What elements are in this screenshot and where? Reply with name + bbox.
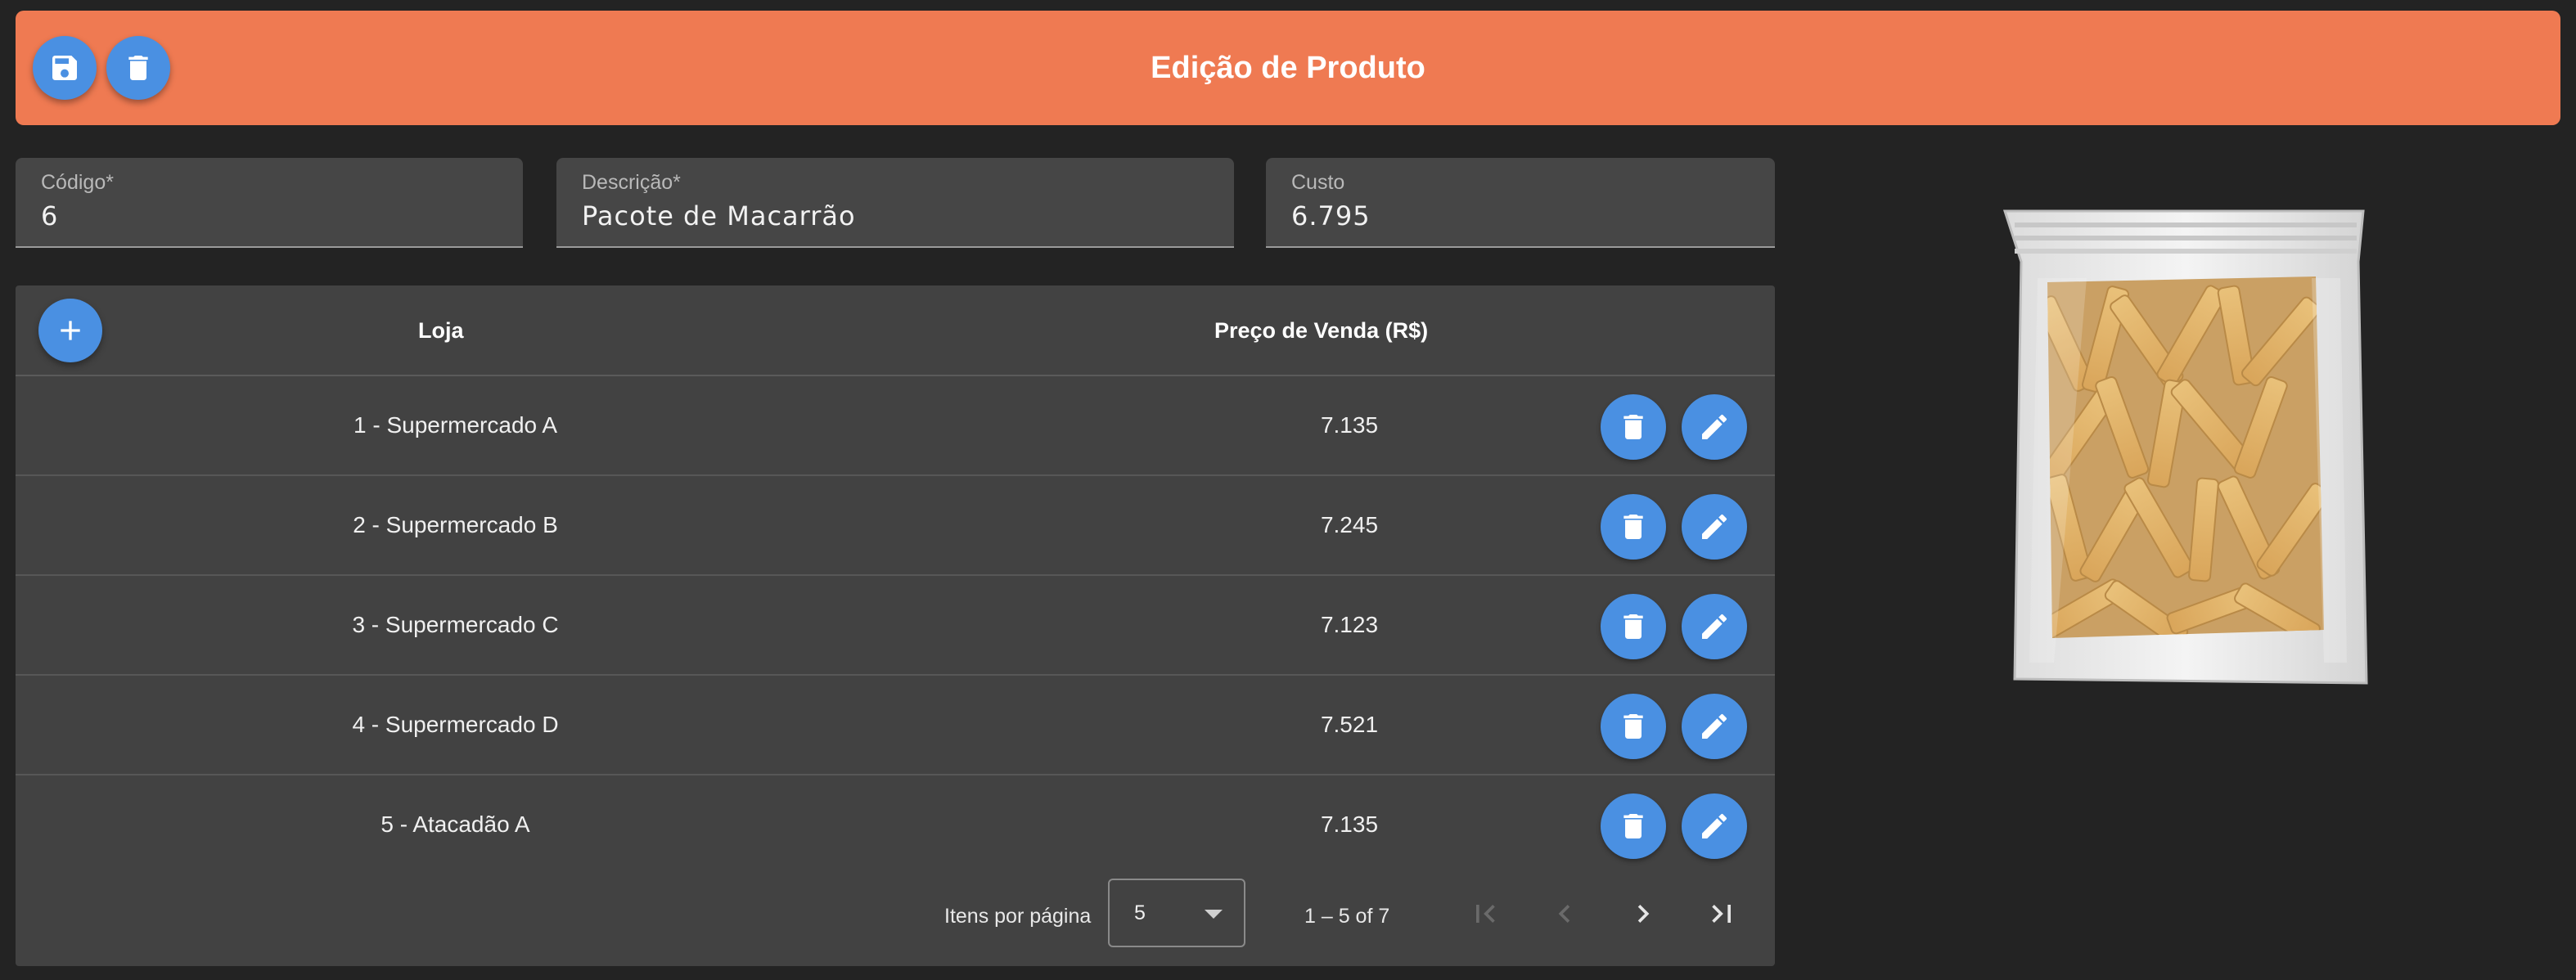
descricao-label: Descrição* [582, 171, 681, 194]
page-title: Edição de Produto [1151, 51, 1425, 85]
codigo-input[interactable]: 6 [41, 200, 58, 232]
edit-row-button[interactable] [1682, 694, 1747, 759]
store-cell: 2 - Supermercado B [353, 512, 558, 537]
price-cell: 7.135 [1320, 412, 1379, 438]
chevron-right-icon [1637, 905, 1650, 923]
table-row: 4 - Supermercado D 7.521 [16, 676, 1775, 775]
next-page-button[interactable] [1621, 892, 1665, 936]
table-row: 5 - Atacadão A 7.135 [16, 775, 1775, 875]
last-page-icon [1712, 905, 1731, 923]
store-cell: 3 - Supermercado C [352, 612, 559, 637]
pencil-icon [1702, 514, 1727, 539]
table-header: Loja Preço de Venda (R$) [16, 285, 1775, 376]
column-header-preco: Preço de Venda (R$) [1214, 318, 1429, 343]
trash-icon [1624, 814, 1643, 838]
price-cell: 7.135 [1320, 811, 1379, 837]
prices-table: Loja Preço de Venda (R$) 1 - Supermercad… [16, 285, 1775, 966]
table-row: 3 - Supermercado C 7.123 [16, 576, 1775, 676]
previous-page-button[interactable] [1542, 892, 1587, 936]
trash-icon [1624, 714, 1643, 739]
custo-label: Custo [1291, 171, 1345, 194]
trash-icon [1624, 415, 1643, 439]
custo-input[interactable]: 6.795 [1291, 200, 1371, 232]
first-page-icon [1476, 905, 1495, 923]
price-cell: 7.521 [1320, 712, 1379, 737]
store-cell: 4 - Supermercado D [352, 712, 559, 737]
edit-row-button[interactable] [1682, 494, 1747, 560]
descricao-input[interactable]: Pacote de Macarrão [582, 200, 856, 232]
delete-row-button[interactable] [1601, 394, 1666, 460]
items-per-page-label: Itens por página [944, 905, 1092, 928]
delete-row-button[interactable] [1601, 694, 1666, 759]
pencil-icon [1702, 614, 1727, 639]
pencil-icon [1702, 414, 1727, 439]
items-per-page-value: 5 [1134, 901, 1146, 924]
codigo-field[interactable]: Código* 6 [16, 158, 523, 248]
trash-icon [1624, 614, 1643, 639]
edit-row-button[interactable] [1682, 793, 1747, 859]
page-header: Edição de Produto [16, 11, 2560, 125]
delete-row-button[interactable] [1601, 594, 1666, 659]
codigo-label: Código* [41, 171, 114, 194]
table-row: 1 - Supermercado A 7.135 [16, 376, 1775, 476]
chevron-left-icon [1558, 905, 1570, 923]
items-per-page-select[interactable]: 5 [1108, 879, 1245, 947]
price-cell: 7.245 [1320, 512, 1379, 537]
store-cell: 5 - Atacadão A [381, 811, 530, 837]
last-page-button[interactable] [1700, 892, 1744, 936]
column-header-loja: Loja [418, 318, 464, 343]
delete-row-button[interactable] [1601, 494, 1666, 560]
first-page-button[interactable] [1463, 892, 1507, 936]
dropdown-arrow-icon [1205, 910, 1223, 919]
pencil-icon [1702, 813, 1727, 838]
edit-row-button[interactable] [1682, 594, 1747, 659]
add-price-button[interactable] [38, 299, 102, 362]
product-image [2002, 209, 2368, 685]
trash-icon [1624, 515, 1643, 539]
price-cell: 7.123 [1320, 612, 1379, 637]
table-row: 2 - Supermercado B 7.245 [16, 476, 1775, 576]
custo-field[interactable]: Custo 6.795 [1266, 158, 1775, 248]
store-cell: 1 - Supermercado A [353, 412, 558, 438]
page-range-label: 1 – 5 of 7 [1304, 905, 1390, 928]
plus-icon [61, 321, 80, 340]
delete-row-button[interactable] [1601, 793, 1666, 859]
descricao-field[interactable]: Descrição* Pacote de Macarrão [556, 158, 1234, 248]
pencil-icon [1702, 713, 1727, 739]
paginator: Itens por página 5 1 – 5 of 7 [16, 867, 1775, 966]
edit-row-button[interactable] [1682, 394, 1747, 460]
